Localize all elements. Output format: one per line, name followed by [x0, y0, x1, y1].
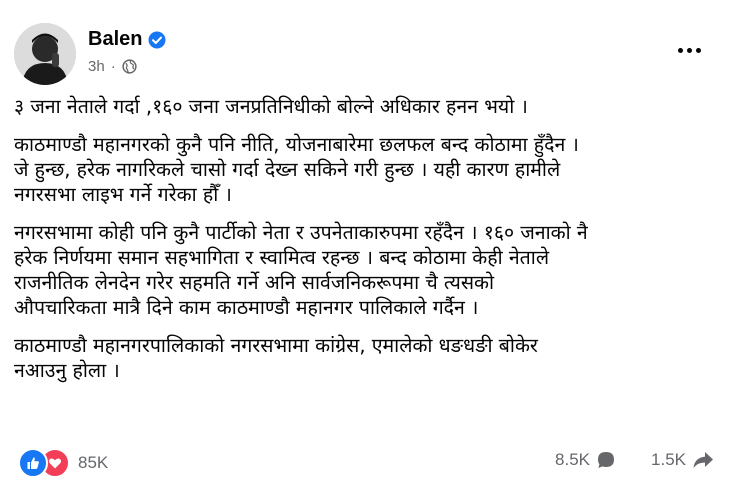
shares-summary[interactable]: 1.5K — [651, 450, 714, 470]
more-dot-icon — [686, 47, 692, 53]
post-paragraph: नगरसभामा कोही पनि कुनै पार्टीको नेता र उ… — [14, 221, 588, 319]
more-dot-icon — [695, 47, 701, 53]
share-icon — [693, 452, 713, 468]
author-name[interactable]: Balen — [88, 28, 142, 51]
comment-icon — [598, 452, 614, 468]
more-options-button[interactable] — [675, 42, 703, 58]
post-paragraph: ३ जना नेताले गर्दा ,१६० जना जनप्रतिनिधीक… — [14, 95, 528, 118]
verified-badge-icon — [148, 31, 166, 48]
post-text: ३ जना नेताले गर्दा ,१६० जना जनप्रतिनिधीक… — [14, 94, 719, 396]
shares-count: 1.5K — [651, 450, 686, 469]
comments-count: 8.5K — [555, 450, 590, 469]
facebook-post: Balen 3h · ३ जना नेताले गर्दा ,१६० जना ज… — [0, 0, 741, 495]
post-timestamp[interactable]: 3h — [88, 58, 105, 75]
post-engagement-bar: 85K 8.5K 1.5K — [14, 448, 726, 478]
reactions-summary[interactable]: 85K — [18, 448, 108, 478]
author-avatar[interactable] — [14, 23, 76, 85]
like-reaction-icon — [18, 448, 48, 478]
reactions-count: 85K — [78, 453, 109, 472]
globe-icon[interactable] — [122, 59, 137, 74]
post-paragraph: काठमाण्डौ महानगरको कुनै पनि नीति, योजनाब… — [14, 133, 579, 206]
more-dot-icon — [677, 47, 683, 53]
post-paragraph: काठमाण्डौ महानगरपालिकाको नगरसभामा कांग्र… — [14, 334, 538, 382]
meta-separator: · — [110, 58, 116, 75]
comments-summary[interactable]: 8.5K — [555, 450, 616, 470]
